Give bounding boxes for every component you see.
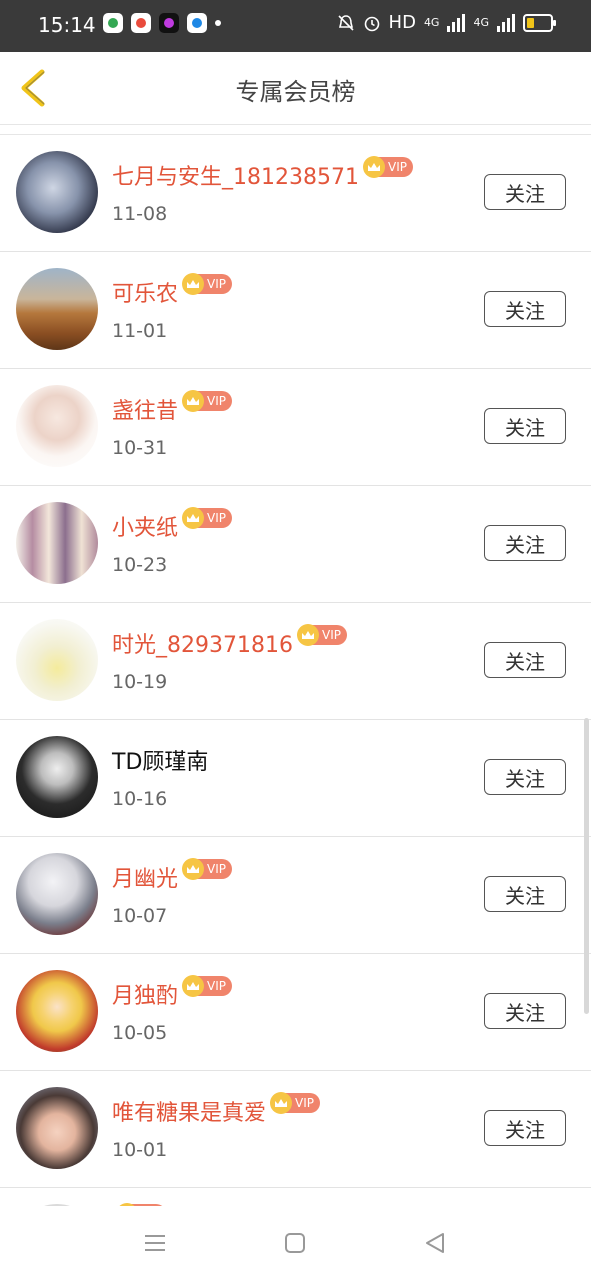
list-item[interactable]: 时光_829371816 VIP 10-19 关注 [0,603,591,720]
app-notification-icon [187,13,207,33]
vip-badge: VIP [296,624,347,646]
member-name[interactable]: 月幽光 [112,861,178,893]
avatar[interactable] [16,970,98,1052]
list-item[interactable]: 小夹纸 VIP 10-23 关注 [0,486,591,603]
network-type-1: 4G [423,16,440,29]
join-date: 11-08 [112,203,168,225]
join-date: 10-01 [112,1139,168,1161]
avatar[interactable] [16,385,98,467]
network-type-2: 4G [473,16,489,29]
status-time: 15:14 [38,13,96,37]
list-item[interactable]: VIP 关注 [0,1188,591,1207]
hd-indicator: HD [388,12,416,33]
video-app-icon [159,13,179,33]
join-date: 10-19 [112,671,168,693]
crown-icon [362,156,385,178]
vip-badge: VIP [270,1092,320,1114]
member-name[interactable]: 时光_829371816 [112,627,293,659]
more-notifications-icon [215,20,221,26]
battery-icon [523,13,556,32]
vip-badge: VIP [182,390,232,412]
crown-icon [182,390,205,412]
list-item[interactable]: 可乐农 VIP 11-01 关注 [0,252,591,369]
member-name[interactable]: TD顾瑾南 [112,744,208,776]
avatar[interactable] [16,502,98,584]
app-notification-icon [131,13,151,33]
vip-badge: VIP [182,273,232,295]
join-date: 11-01 [112,320,168,342]
alarm-icon [364,16,379,31]
vip-badge: VIP [182,507,232,529]
follow-button[interactable]: 关注 [484,291,566,327]
member-name[interactable]: 月独酌 [112,978,178,1010]
status-indicators: HD 4G 4G [337,12,556,33]
list-item[interactable]: 七月与安生_181238571 VIP 11-08 关注 [0,135,591,252]
crown-icon [182,507,205,529]
status-app-icons [103,13,221,33]
status-bar: 15:14 HD 4G 4G [0,0,591,52]
follow-button[interactable]: 关注 [484,759,566,795]
follow-button[interactable]: 关注 [484,1110,566,1146]
follow-button[interactable]: 关注 [484,408,566,444]
avatar[interactable] [16,736,98,818]
list-item[interactable]: 唯有糖果是真爱 VIP 10-01 关注 [0,1071,591,1188]
signal-icon [497,13,515,32]
follow-button[interactable]: 关注 [484,174,566,210]
join-date: 10-05 [112,1022,168,1044]
list-item[interactable]: 月独酌 VIP 10-05 关注 [0,954,591,1071]
avatar[interactable] [16,853,98,935]
app-header: 专属会员榜 [0,52,591,125]
avatar[interactable] [16,1087,98,1169]
list-item[interactable]: 盏往昔 VIP 10-31 关注 [0,369,591,486]
join-date: 10-23 [112,554,168,576]
follow-button[interactable]: 关注 [484,993,566,1029]
crown-icon [270,1092,293,1114]
vip-badge: VIP [362,156,413,178]
crown-icon [182,975,205,997]
member-ranking-list[interactable]: 七月与安生_181238571 VIP 11-08 关注 可乐农 VIP 11-… [0,134,591,1207]
system-nav-bar [0,1206,591,1280]
avatar[interactable] [16,268,98,350]
back-nav-icon[interactable] [422,1230,448,1256]
crown-icon [296,624,319,646]
list-item[interactable]: 月幽光 VIP 10-07 关注 [0,837,591,954]
page-title: 专属会员榜 [235,78,356,106]
member-name[interactable]: 唯有糖果是真爱 [112,1095,266,1127]
crown-icon [182,858,205,880]
member-name[interactable]: 七月与安生_181238571 [112,159,359,191]
avatar[interactable] [16,619,98,701]
scrollbar[interactable] [584,718,589,1014]
menu-icon[interactable] [142,1230,168,1256]
join-date: 10-31 [112,437,168,459]
member-name[interactable]: 盏往昔 [112,393,178,425]
member-name[interactable]: 可乐农 [112,276,178,308]
join-date: 10-16 [112,788,168,810]
crown-icon [182,273,205,295]
join-date: 10-07 [112,905,168,927]
follow-button[interactable]: 关注 [484,876,566,912]
avatar[interactable] [16,151,98,233]
list-item[interactable]: TD顾瑾南 10-16 关注 [0,720,591,837]
signal-icon [447,13,466,32]
mute-bell-icon [337,14,354,31]
vip-badge: VIP [182,975,232,997]
vip-badge: VIP [182,858,232,880]
member-name[interactable]: 小夹纸 [112,510,178,542]
follow-button[interactable]: 关注 [484,642,566,678]
home-icon[interactable] [282,1230,308,1256]
follow-button[interactable]: 关注 [484,525,566,561]
app-notification-icon [103,13,123,33]
